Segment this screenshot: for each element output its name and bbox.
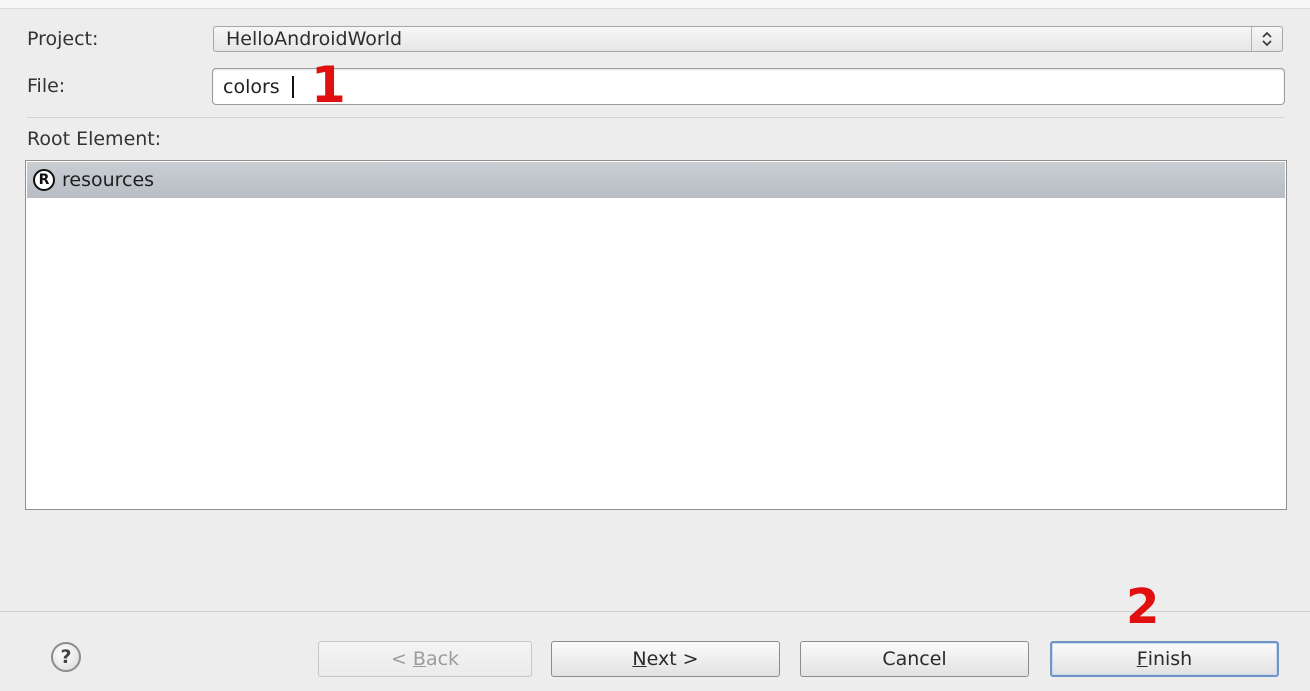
- file-label: File:: [27, 75, 66, 97]
- back-button-rest: ack: [425, 648, 460, 670]
- next-button-mnemonic: N: [632, 648, 647, 670]
- back-button-mnemonic: B: [412, 648, 426, 670]
- project-combo-value: HelloAndroidWorld: [226, 28, 403, 50]
- text-caret: [292, 76, 294, 98]
- next-button-rest: ext >: [646, 648, 699, 670]
- combo-arrows-icon[interactable]: [1251, 27, 1282, 51]
- form-separator: [27, 117, 1284, 118]
- cancel-button-label: Cancel: [882, 648, 947, 670]
- finish-button-rest: inish: [1147, 648, 1193, 670]
- next-button[interactable]: Next >: [551, 641, 780, 677]
- back-button[interactable]: < Back: [318, 641, 532, 677]
- annotation-step-1: 1: [311, 56, 346, 114]
- finish-button-mnemonic: F: [1136, 648, 1148, 670]
- help-glyph: ?: [60, 646, 72, 668]
- cancel-button[interactable]: Cancel: [800, 641, 1029, 677]
- project-label: Project:: [27, 28, 99, 50]
- file-name-input[interactable]: [212, 68, 1285, 105]
- finish-button[interactable]: Finish: [1050, 641, 1279, 677]
- root-element-list[interactable]: R resources: [25, 160, 1287, 510]
- root-element-item-label: resources: [62, 169, 155, 191]
- help-icon[interactable]: ?: [51, 642, 81, 672]
- resource-r-icon: R: [33, 169, 55, 191]
- footer-separator: [0, 611, 1310, 612]
- root-element-label: Root Element:: [27, 128, 162, 150]
- back-button-prefix: <: [390, 648, 413, 670]
- project-combo[interactable]: HelloAndroidWorld: [213, 26, 1283, 52]
- window-top-strip: [0, 0, 1310, 9]
- root-element-item-resources[interactable]: R resources: [27, 162, 1285, 198]
- annotation-step-2: 2: [1126, 579, 1160, 635]
